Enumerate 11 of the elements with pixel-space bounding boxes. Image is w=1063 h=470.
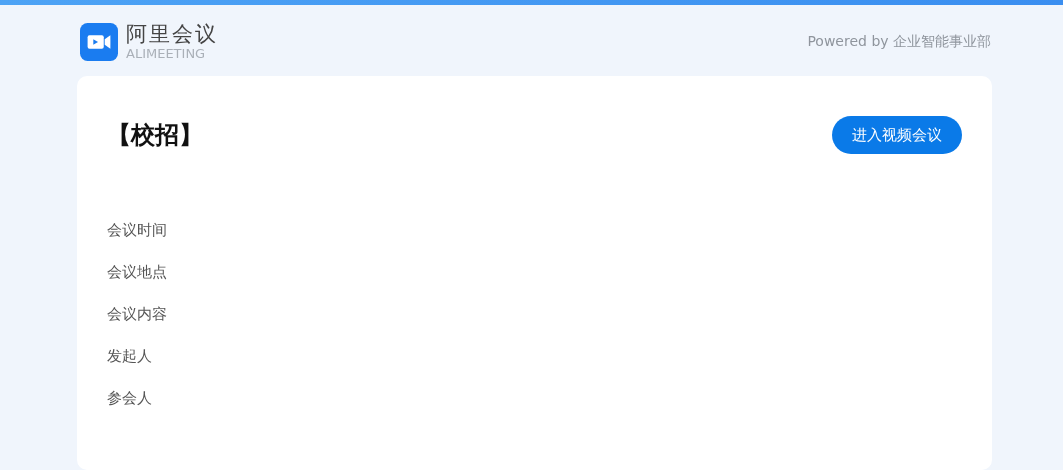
meeting-title: 【校招】 bbox=[107, 120, 203, 151]
field-label: 会议内容 bbox=[107, 304, 168, 324]
video-camera-icon bbox=[80, 23, 118, 61]
field-label: 会议时间 bbox=[107, 220, 168, 240]
join-video-meeting-button[interactable]: 进入视频会议 bbox=[832, 116, 962, 154]
field-label: 发起人 bbox=[107, 346, 153, 366]
logo-title: 阿里会议 bbox=[126, 22, 218, 46]
field-label: 参会人 bbox=[107, 388, 153, 408]
powered-by-text: Powered by 企业智能事业部 bbox=[807, 33, 991, 51]
field-label: 会议地点 bbox=[107, 262, 168, 282]
logo-subtitle: ALIMEETING bbox=[126, 46, 207, 62]
